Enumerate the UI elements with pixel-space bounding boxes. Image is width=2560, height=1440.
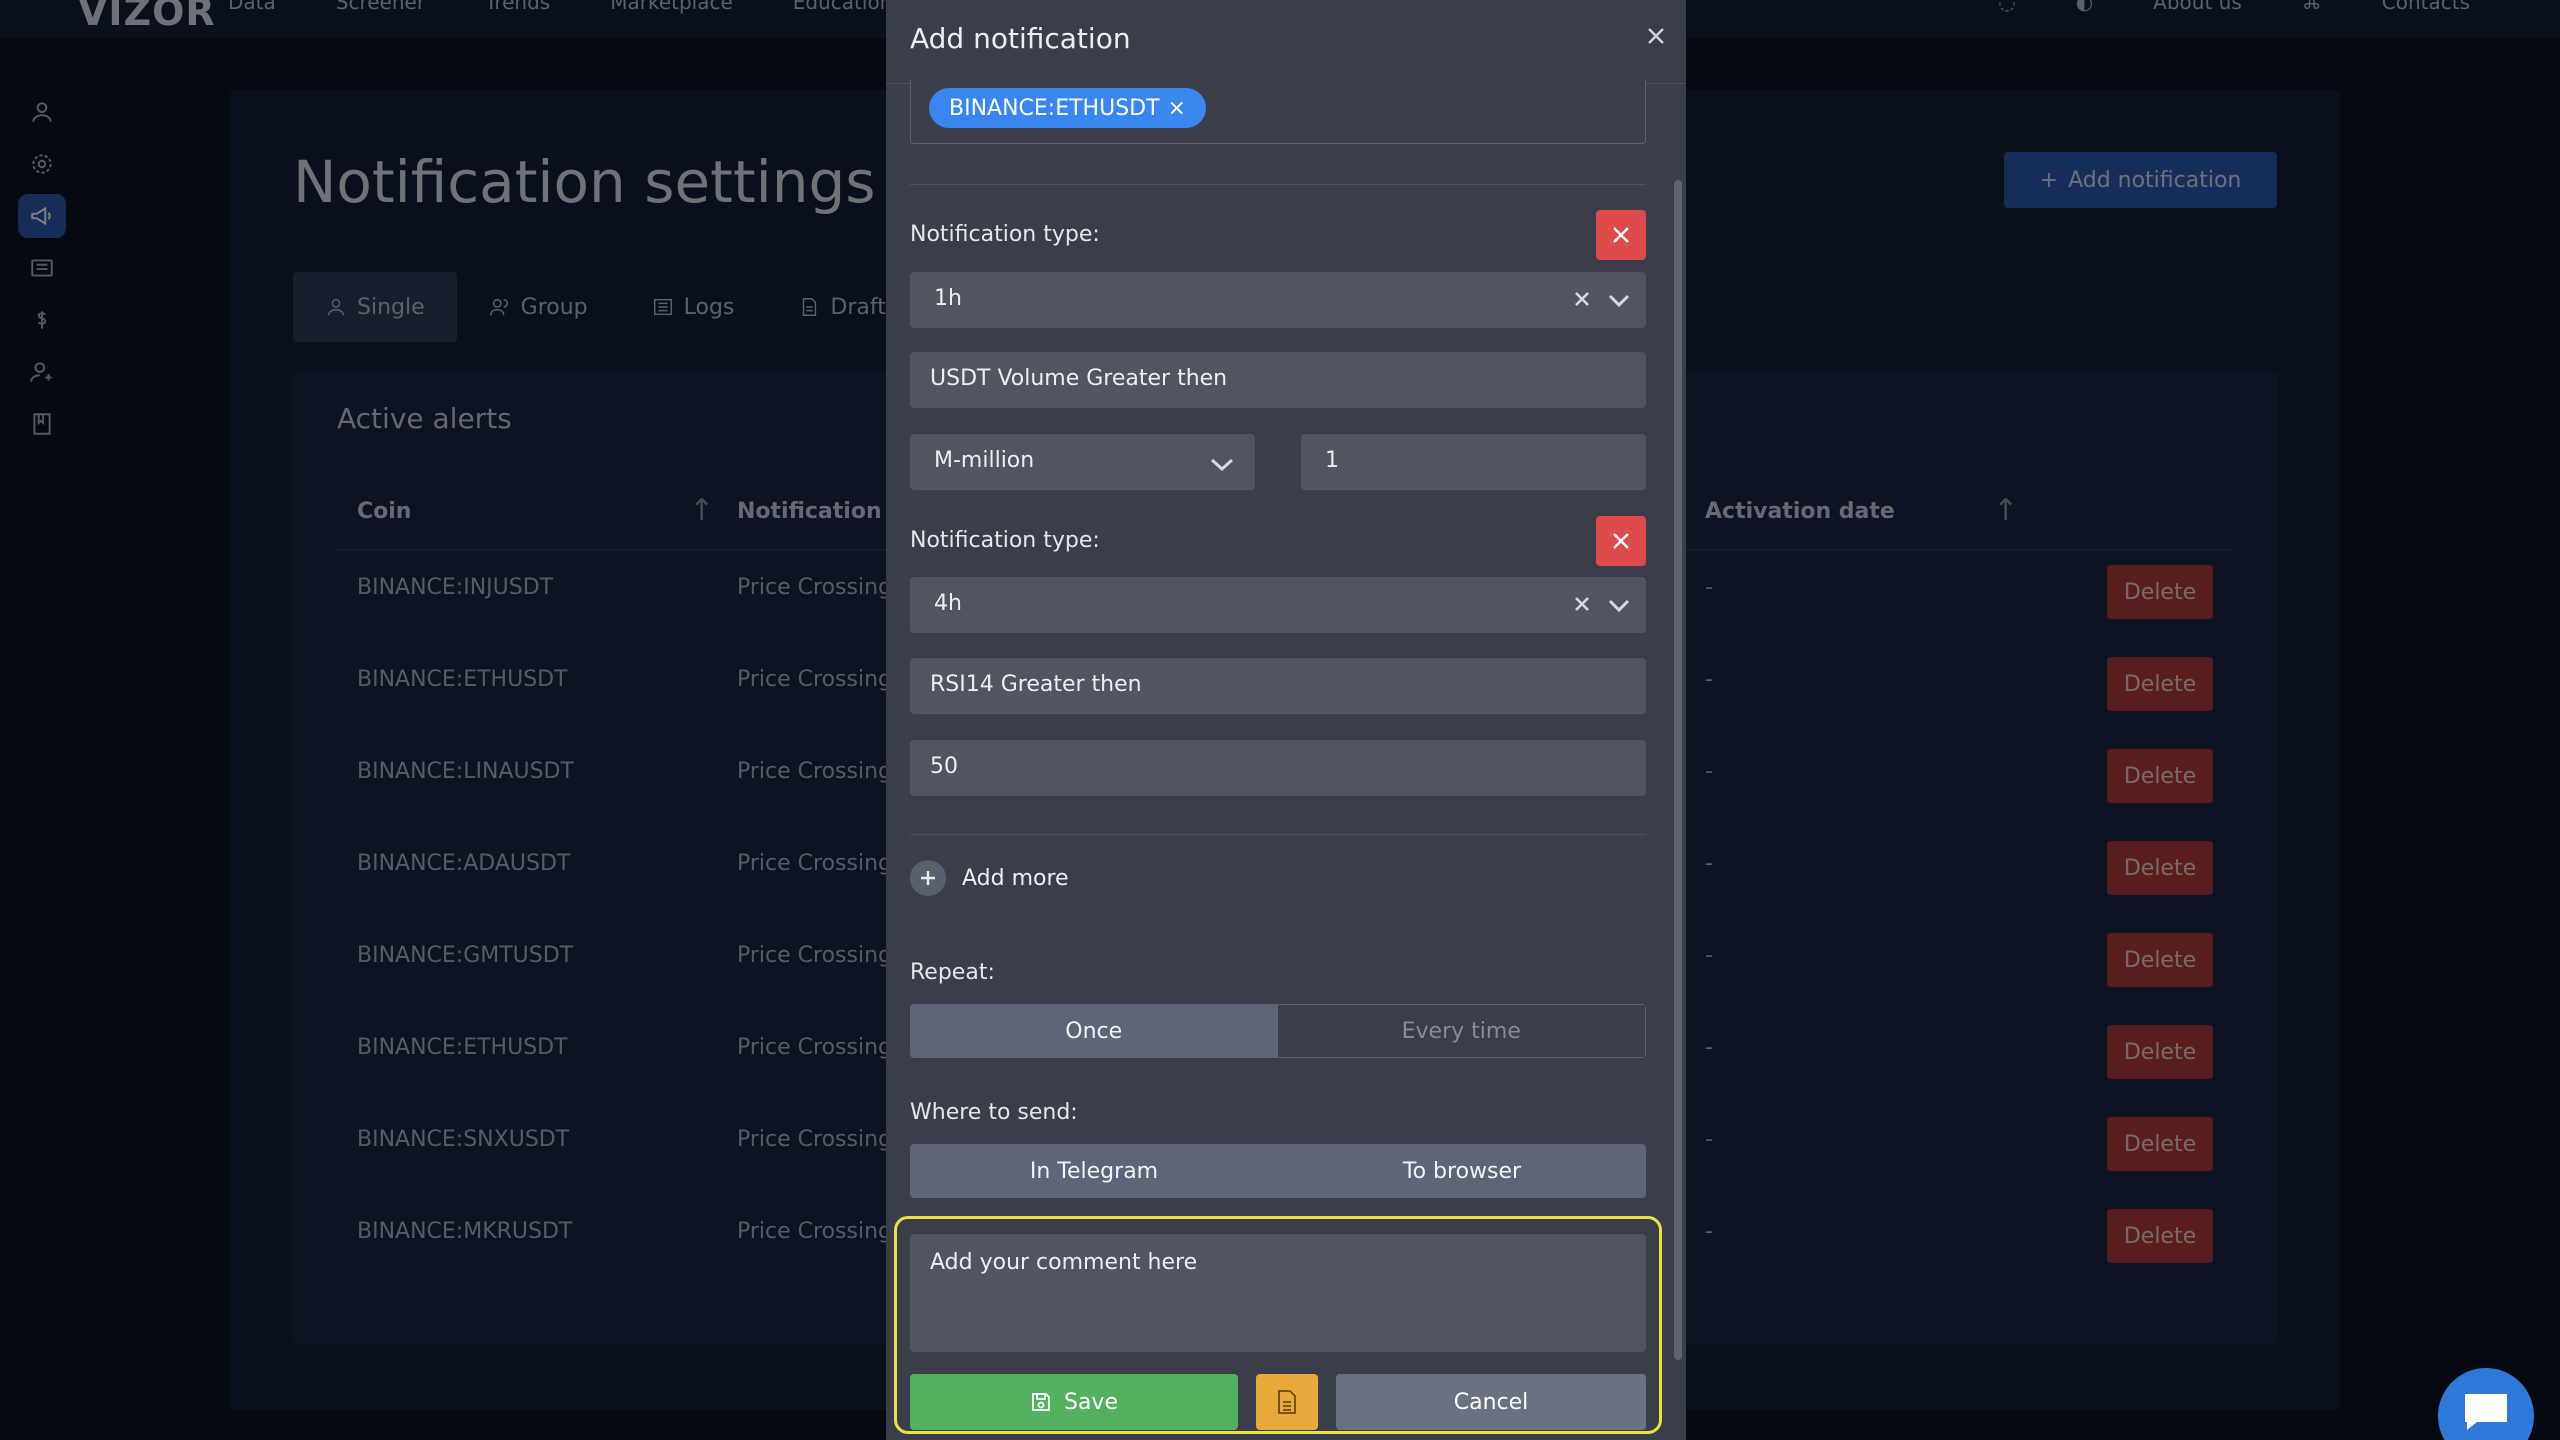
chevron-down-icon[interactable] — [1608, 290, 1630, 315]
where-to-send-label: Where to send: — [910, 1100, 1078, 1125]
send-telegram[interactable]: In Telegram — [910, 1144, 1278, 1198]
send-channel-toggle: In Telegram To browser — [910, 1144, 1646, 1198]
divider — [910, 184, 1646, 185]
chevron-down-icon[interactable] — [1210, 454, 1234, 479]
repeat-label: Repeat: — [910, 960, 995, 985]
clear-icon[interactable] — [1574, 288, 1596, 310]
clear-icon[interactable] — [1574, 593, 1596, 615]
send-browser[interactable]: To browser — [1278, 1144, 1646, 1198]
timeframe-select[interactable]: 1h — [910, 272, 1646, 328]
timeframe-select[interactable]: 4h — [910, 577, 1646, 633]
notification-type-label: Notification type: — [910, 528, 1100, 553]
close-icon — [1613, 533, 1629, 549]
modal-title: Add notification — [910, 22, 1131, 55]
value-input[interactable]: 50 — [910, 740, 1646, 796]
repeat-once[interactable]: Once — [910, 1004, 1278, 1058]
coin-select[interactable]: BINANCE:ETHUSDT × — [910, 80, 1646, 144]
remove-notification-button[interactable] — [1596, 210, 1646, 260]
modal-scrollbar[interactable] — [1674, 180, 1682, 1360]
close-button[interactable] — [1638, 18, 1674, 54]
repeat-every-time[interactable]: Every time — [1277, 1004, 1646, 1058]
plus-icon — [910, 860, 946, 896]
divider — [910, 834, 1646, 835]
repeat-toggle: Once Every time — [910, 1004, 1646, 1058]
notification-type-label: Notification type: — [910, 222, 1100, 247]
chevron-down-icon[interactable] — [1608, 595, 1630, 620]
modal-header: Add notification — [886, 0, 1686, 84]
condition-select[interactable]: RSI14 Greater then — [910, 658, 1646, 714]
close-icon — [1613, 227, 1629, 243]
remove-notification-button[interactable] — [1596, 516, 1646, 566]
condition-select[interactable]: USDT Volume Greater then — [910, 352, 1646, 408]
coin-chip: BINANCE:ETHUSDT × — [929, 88, 1206, 128]
chip-remove-icon[interactable]: × — [1168, 96, 1186, 121]
add-notification-modal: Add notification BINANCE:ETHUSDT × Notif… — [886, 0, 1686, 1440]
focus-highlight — [894, 1216, 1662, 1434]
close-icon — [1648, 28, 1664, 44]
value-input[interactable]: 1 — [1301, 434, 1646, 490]
add-more-button[interactable]: Add more — [910, 858, 1069, 898]
unit-select[interactable]: M-million — [910, 434, 1255, 490]
chat-icon — [2465, 1394, 2507, 1430]
